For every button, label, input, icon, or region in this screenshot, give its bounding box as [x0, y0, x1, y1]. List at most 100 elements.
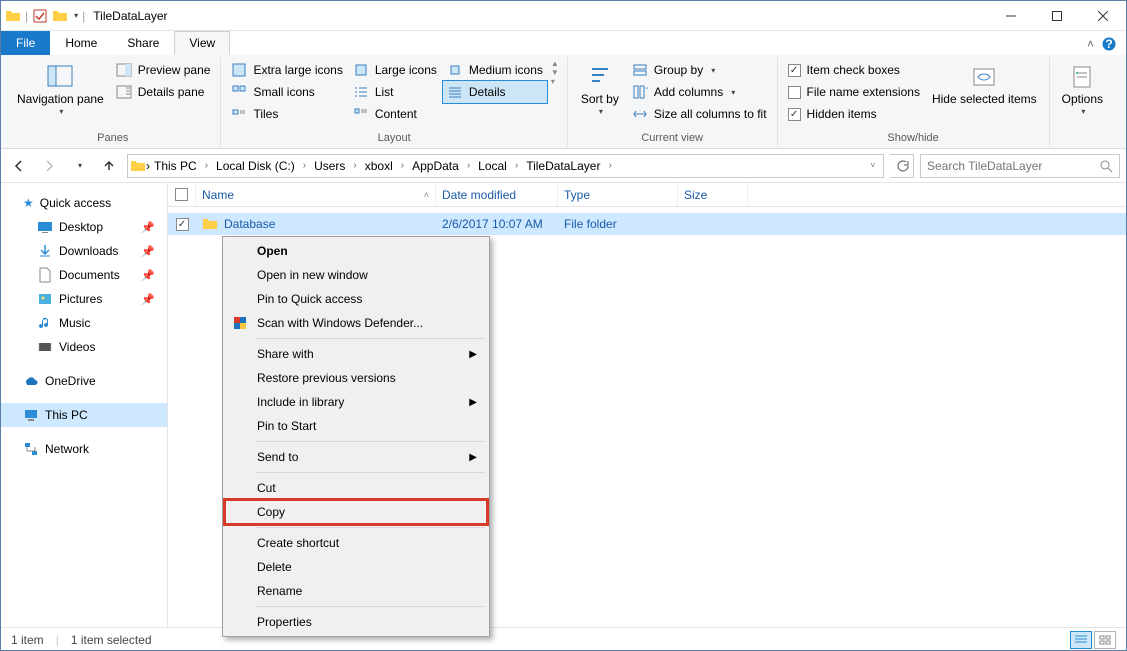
search-icon[interactable]: [1099, 159, 1113, 173]
add-columns-button[interactable]: +Add columns▾: [628, 81, 771, 103]
recent-locations-button[interactable]: ▾: [67, 154, 91, 178]
checkbox-icon[interactable]: [32, 8, 48, 24]
header-date[interactable]: Date modified: [436, 183, 558, 206]
close-button[interactable]: [1080, 1, 1126, 31]
crumb-xboxl[interactable]: xboxl›: [361, 155, 408, 177]
chevron-right-icon[interactable]: ›: [299, 160, 310, 171]
ctx-scan-defender[interactable]: Scan with Windows Defender...: [225, 311, 487, 335]
details-pane-button[interactable]: Details pane: [112, 81, 215, 103]
layout-scroll-down-icon[interactable]: ▼: [551, 68, 559, 77]
view-details-button[interactable]: [1070, 631, 1092, 649]
folder-icon: [130, 158, 146, 174]
file-ext-toggle[interactable]: File name extensions: [784, 81, 924, 103]
group-label-currentview: Current view: [574, 130, 771, 144]
nav-music[interactable]: Music: [1, 311, 167, 335]
nav-quick-access[interactable]: ★Quick access: [1, 191, 167, 215]
view-large-button[interactable]: [1094, 631, 1116, 649]
chevron-right-icon[interactable]: ›: [463, 160, 474, 171]
layout-tiles[interactable]: Tiles: [227, 103, 346, 125]
header-size[interactable]: Size: [678, 183, 748, 206]
group-by-button[interactable]: Group by▾: [628, 59, 771, 81]
chevron-right-icon[interactable]: ›: [201, 160, 212, 171]
chevron-down-icon: ▾: [1081, 108, 1085, 117]
crumb-thispc[interactable]: This PC›: [150, 155, 212, 177]
ctx-include-library[interactable]: Include in library▶: [225, 390, 487, 414]
up-button[interactable]: [97, 154, 121, 178]
chevron-right-icon[interactable]: ›: [397, 160, 408, 171]
layout-gallery-expand-icon[interactable]: ▾: [551, 77, 559, 86]
nav-videos[interactable]: Videos: [1, 335, 167, 359]
layout-scroll-up-icon[interactable]: ▲: [551, 59, 559, 68]
preview-pane-button[interactable]: Preview pane: [112, 59, 215, 81]
ctx-open[interactable]: Open: [225, 239, 487, 263]
crumb-tiledatalayer[interactable]: TileDataLayer›: [522, 155, 616, 177]
layout-small-label: Small icons: [253, 85, 314, 99]
folder-icon: [52, 8, 68, 24]
sort-by-button[interactable]: Sort by ▾: [574, 59, 626, 121]
header-checkbox[interactable]: [168, 183, 196, 206]
layout-content[interactable]: Content: [349, 103, 441, 125]
hide-selected-button[interactable]: Hide selected items: [926, 59, 1043, 110]
item-checkboxes-toggle[interactable]: ✓Item check boxes: [784, 59, 924, 81]
crumb-local[interactable]: Local›: [474, 155, 522, 177]
layout-small-icons[interactable]: Small icons: [227, 81, 346, 103]
nav-thispc[interactable]: This PC: [1, 403, 167, 427]
nav-onedrive[interactable]: OneDrive: [1, 369, 167, 393]
ctx-pin-quick-access[interactable]: Pin to Quick access: [225, 287, 487, 311]
context-menu: Open Open in new window Pin to Quick acc…: [222, 236, 490, 637]
nav-downloads[interactable]: Downloads📌: [1, 239, 167, 263]
breadcrumb[interactable]: › This PC› Local Disk (C:)› Users› xboxl…: [127, 154, 884, 178]
ctx-rename[interactable]: Rename: [225, 579, 487, 603]
tab-view[interactable]: View: [174, 31, 230, 55]
ctx-properties[interactable]: Properties: [225, 610, 487, 634]
tab-share[interactable]: Share: [112, 31, 174, 55]
ctx-share-with[interactable]: Share with▶: [225, 342, 487, 366]
status-bar: 1 item | 1 item selected: [1, 627, 1126, 651]
nav-desktop[interactable]: Desktop📌: [1, 215, 167, 239]
minimize-button[interactable]: [988, 1, 1034, 31]
size-columns-button[interactable]: Size all columns to fit: [628, 103, 771, 125]
search-field[interactable]: [927, 159, 1099, 173]
layout-medium-icons[interactable]: Medium icons: [443, 59, 547, 81]
tab-home[interactable]: Home: [50, 31, 112, 55]
tab-file[interactable]: File: [1, 31, 50, 55]
ctx-delete[interactable]: Delete: [225, 555, 487, 579]
layout-xl-icons[interactable]: Extra large icons: [227, 59, 346, 81]
ctx-create-shortcut[interactable]: Create shortcut: [225, 531, 487, 555]
crumb-users[interactable]: Users›: [310, 155, 361, 177]
options-button[interactable]: Options ▾: [1056, 59, 1109, 121]
header-name[interactable]: Name˄: [196, 183, 436, 206]
crumb-c[interactable]: Local Disk (C:)›: [212, 155, 310, 177]
address-dropdown-icon[interactable]: ˅: [870, 161, 881, 170]
search-input[interactable]: [920, 154, 1120, 178]
chevron-right-icon[interactable]: ›: [349, 160, 360, 171]
crumb-appdata[interactable]: AppData›: [408, 155, 474, 177]
nav-documents[interactable]: Documents📌: [1, 263, 167, 287]
ctx-copy[interactable]: Copy: [225, 500, 487, 524]
qat-dropdown-icon[interactable]: ▾: [74, 11, 78, 20]
ctx-cut[interactable]: Cut: [225, 476, 487, 500]
back-button[interactable]: [7, 154, 31, 178]
chevron-right-icon[interactable]: ›: [604, 160, 615, 171]
header-type[interactable]: Type: [558, 183, 678, 206]
ctx-open-new-window[interactable]: Open in new window: [225, 263, 487, 287]
help-icon[interactable]: ?: [1102, 37, 1116, 51]
ctx-pin-start[interactable]: Pin to Start: [225, 414, 487, 438]
layout-large-icons[interactable]: Large icons: [349, 59, 441, 81]
forward-button[interactable]: [37, 154, 61, 178]
table-row[interactable]: ✓ Database 2/6/2017 10:07 AM File folder: [168, 213, 1126, 235]
refresh-button[interactable]: [890, 154, 914, 178]
chevron-right-icon[interactable]: ›: [511, 160, 522, 171]
nav-network[interactable]: Network: [1, 437, 167, 461]
hidden-items-toggle[interactable]: ✓Hidden items: [784, 103, 924, 125]
ctx-send-to[interactable]: Send to▶: [225, 445, 487, 469]
checkbox-checked-icon[interactable]: ✓: [176, 218, 189, 231]
maximize-button[interactable]: [1034, 1, 1080, 31]
layout-details[interactable]: Details: [443, 81, 547, 103]
layout-list[interactable]: List: [349, 81, 441, 103]
ribbon-collapse-icon[interactable]: ˄: [1087, 37, 1094, 51]
navigation-pane-button[interactable]: Navigation pane ▾: [11, 59, 110, 121]
nav-pictures[interactable]: Pictures📌: [1, 287, 167, 311]
group-label-layout: Layout: [227, 130, 560, 144]
ctx-restore-versions[interactable]: Restore previous versions: [225, 366, 487, 390]
